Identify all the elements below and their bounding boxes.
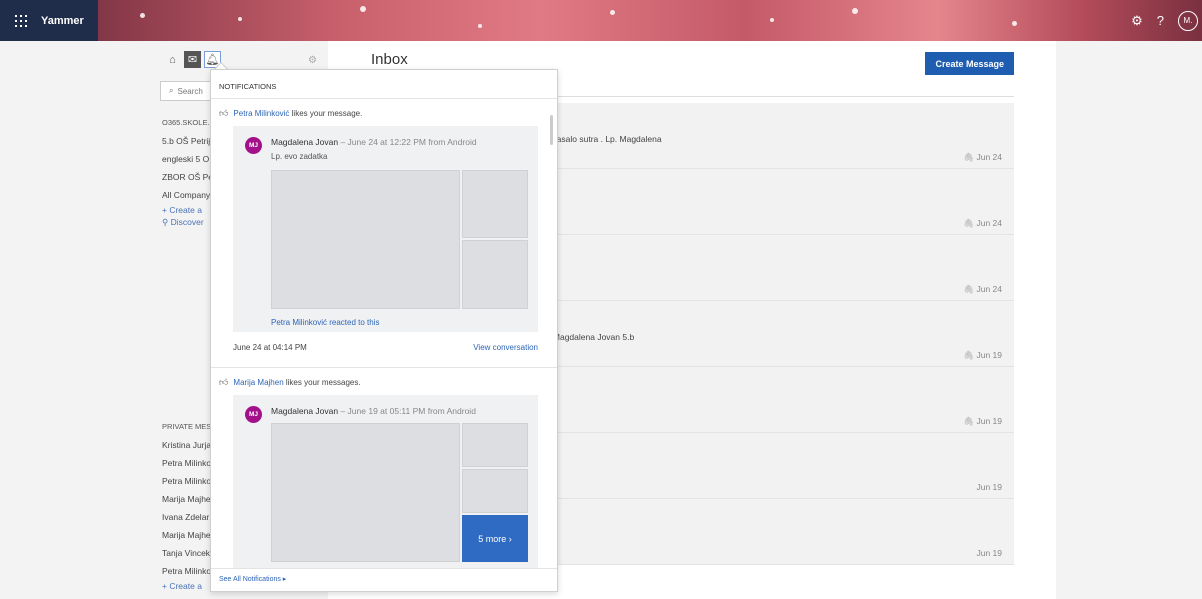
message-meta: – June 24 at 12:22 PM from Android <box>338 137 477 147</box>
message-date-label: Jun 24 <box>976 284 1002 294</box>
message-date: Jun 19 <box>976 548 1002 558</box>
author-avatar[interactable]: MJ <box>245 406 262 423</box>
message-header: Magdalena Jovan – June 19 at 05:11 PM fr… <box>271 406 476 416</box>
create-message-button[interactable]: Create Message <box>925 52 1014 75</box>
user-avatar[interactable]: M. <box>1178 10 1198 31</box>
app-name[interactable]: Yammer <box>39 0 98 41</box>
message-date-label: Jun 19 <box>976 416 1002 426</box>
attachment-icon: 🖇︎ <box>963 152 977 162</box>
notification-time: June 24 at 04:14 PM <box>233 343 307 352</box>
banner-sparkle <box>852 8 858 14</box>
attachment-icon: 🖇︎ <box>963 218 977 228</box>
divider <box>211 98 557 99</box>
page-title: Inbox <box>371 51 408 68</box>
author-avatar[interactable]: MJ <box>245 137 262 154</box>
notification-action: likes your message. <box>289 109 363 118</box>
discover-label: Discover <box>170 217 204 227</box>
nav-settings-icon[interactable]: ⚙ <box>308 55 317 66</box>
message-date: 🖇︎ Jun 19 <box>963 350 1002 361</box>
top-right-controls: ⚙ ? M. <box>1131 0 1202 41</box>
inbox-icon[interactable]: ✉ <box>184 51 201 68</box>
notifications-panel: NOTIFICATIONS 👍︎ Petra Milinković likes … <box>210 69 558 592</box>
banner-sparkle <box>360 6 366 12</box>
image-attachment[interactable] <box>271 170 460 309</box>
help-icon[interactable]: ? <box>1157 13 1164 28</box>
home-icon[interactable]: ⌂ <box>164 51 181 68</box>
notifications-title: NOTIFICATIONS <box>219 82 277 91</box>
gear-icon[interactable]: ⚙ <box>1131 13 1143 29</box>
banner-sparkle <box>1012 21 1017 26</box>
search-icon: ⌕ <box>169 86 174 95</box>
banner-sparkle <box>140 13 145 18</box>
notification-text: Marija Majhen likes your messages. <box>233 378 360 387</box>
more-images-button[interactable]: 5 more › <box>462 515 528 562</box>
thumbs-up-icon: 👍︎ <box>219 108 229 118</box>
message-date: Jun 19 <box>976 482 1002 492</box>
reaction-text[interactable]: Petra Milinković reacted to this <box>271 318 380 327</box>
attachment-icon: 🖇︎ <box>963 416 977 426</box>
message-header: Magdalena Jovan – June 24 at 12:22 PM fr… <box>271 137 477 147</box>
message-date: 🖇︎ Jun 24 <box>963 218 1002 229</box>
image-attachment[interactable] <box>462 469 528 513</box>
discover-icon: ⚲ <box>162 217 171 227</box>
message-date: 🖇︎ Jun 24 <box>963 152 1002 163</box>
banner-sparkle <box>770 18 774 22</box>
liker-name[interactable]: Marija Majhen <box>233 378 283 387</box>
image-attachment[interactable] <box>462 170 528 238</box>
notification-card[interactable]: MJ Magdalena Jovan – June 24 at 12:22 PM… <box>233 126 538 332</box>
notification-header: 👍︎ Marija Majhen likes your messages. <box>219 377 361 388</box>
waffle-icon <box>14 14 27 27</box>
thumbs-up-icon: 👍︎ <box>219 377 229 387</box>
notification-text: Petra Milinković likes your message. <box>233 109 362 118</box>
image-attachment[interactable] <box>462 423 528 467</box>
search-placeholder: Search <box>177 86 203 96</box>
see-all-notifications-link[interactable]: See All Notifications ▸ <box>211 568 557 591</box>
notification-action: likes your messages. <box>283 378 361 387</box>
view-conversation-link[interactable]: View conversation <box>473 343 538 352</box>
banner-sparkle <box>238 17 242 21</box>
message-date-label: Jun 24 <box>976 152 1002 162</box>
attachment-icon: 🖇︎ <box>963 350 977 360</box>
notification-footer: June 24 at 04:14 PM View conversation <box>233 343 538 352</box>
scrollbar[interactable] <box>550 115 553 145</box>
message-date-label: Jun 19 <box>976 350 1002 360</box>
image-attachment[interactable] <box>462 240 528 309</box>
author-name[interactable]: Magdalena Jovan <box>271 406 338 416</box>
message-date: 🖇︎ Jun 19 <box>963 416 1002 427</box>
image-attachment[interactable] <box>271 423 460 562</box>
message-date-label: Jun 24 <box>976 218 1002 228</box>
divider <box>211 367 557 368</box>
attachment-icon: 🖇︎ <box>963 284 977 294</box>
author-name[interactable]: Magdalena Jovan <box>271 137 338 147</box>
notification-card[interactable]: MJ Magdalena Jovan – June 19 at 05:11 PM… <box>233 395 538 575</box>
message-body: Lp. evo zadatka <box>271 152 328 161</box>
nav-icon-row: ⌂ ✉ 🔔︎ <box>164 51 221 68</box>
message-date: 🖇︎ Jun 24 <box>963 284 1002 295</box>
app-launcher-button[interactable] <box>0 0 41 41</box>
liker-name[interactable]: Petra Milinković <box>233 109 289 118</box>
message-meta: – June 19 at 05:11 PM from Android <box>338 406 476 416</box>
top-bar: Yammer ⚙ ? M. <box>0 0 1202 41</box>
notification-header: 👍︎ Petra Milinković likes your message. <box>219 108 362 119</box>
banner-sparkle <box>478 24 482 28</box>
banner-sparkle <box>610 10 615 15</box>
